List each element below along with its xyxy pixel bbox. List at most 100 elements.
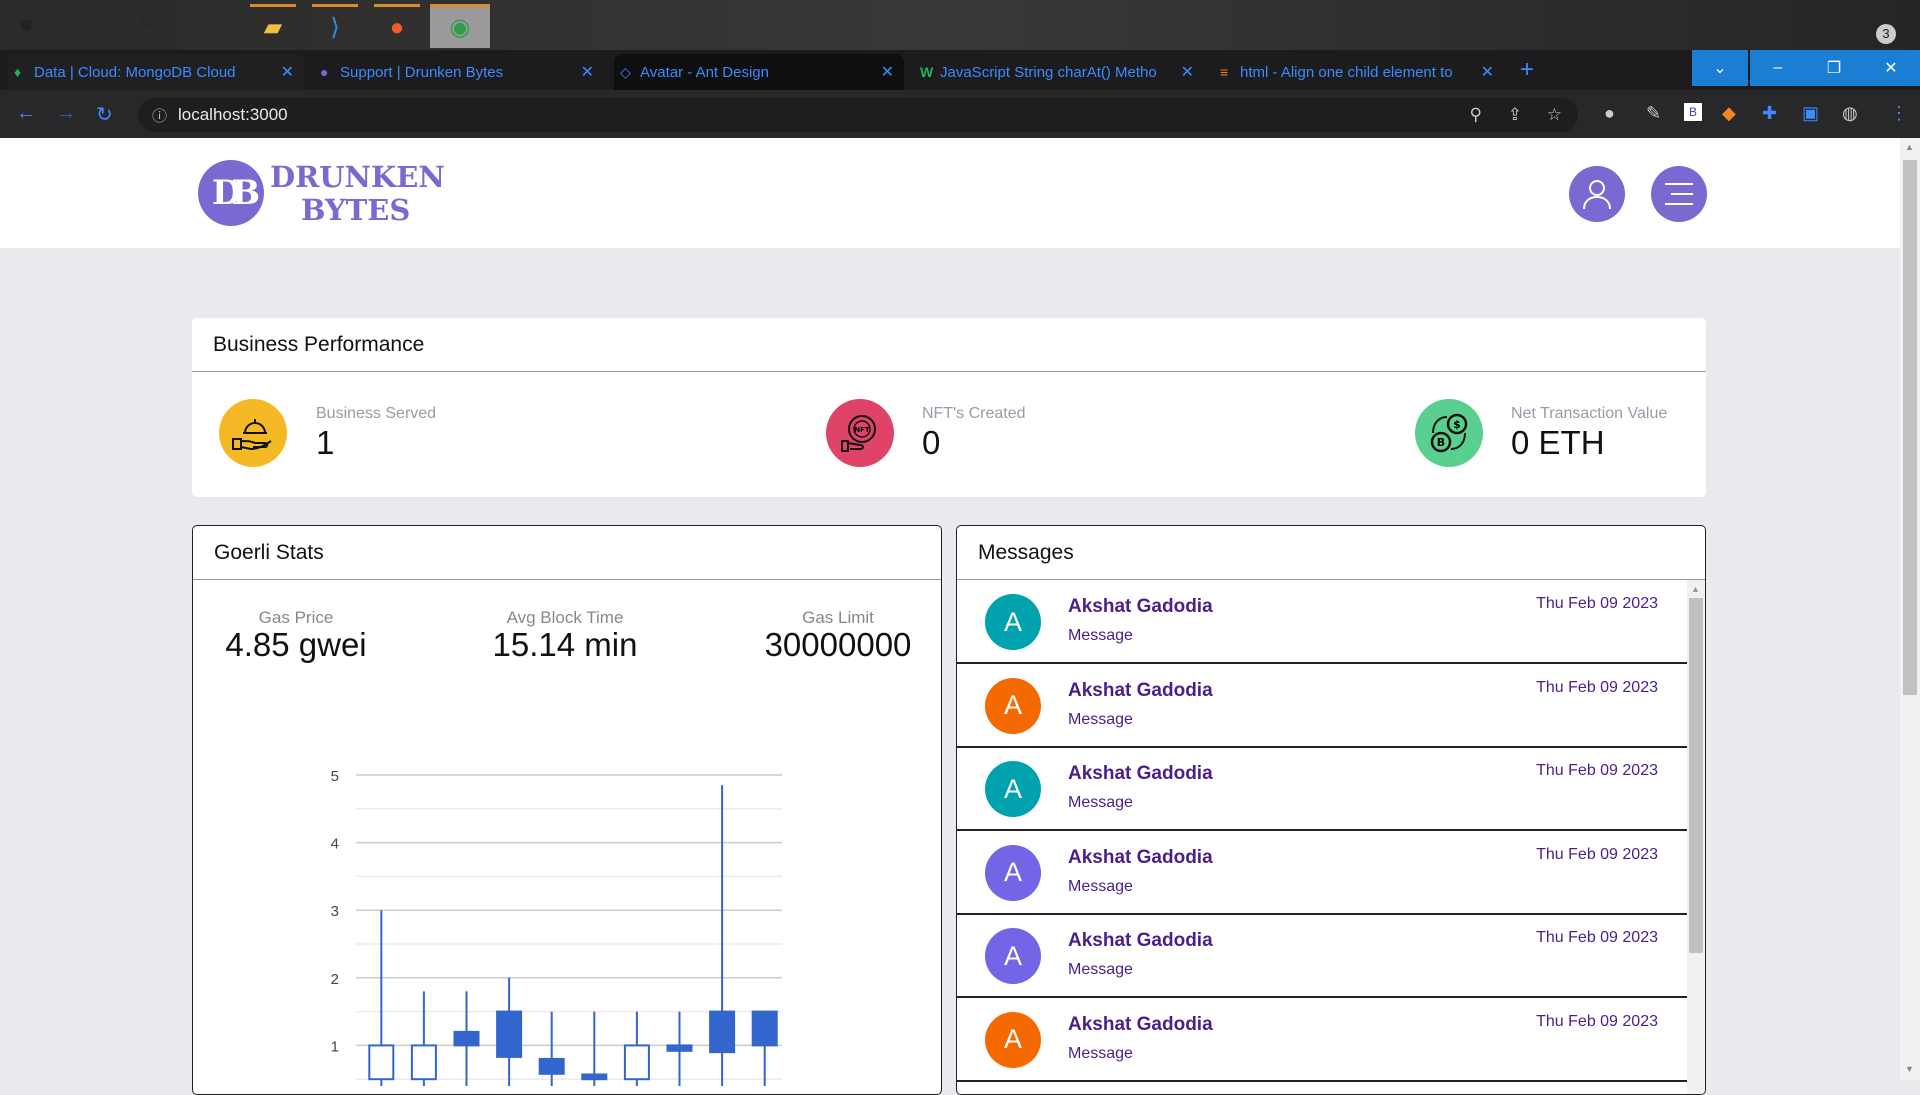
- goerli-stats-card: Goerli Stats Gas Price 4.85 gwei Avg Blo…: [192, 525, 942, 1095]
- puzzle-extensions-icon[interactable]: ✚: [1762, 103, 1777, 124]
- w3schools-icon: W: [920, 64, 934, 80]
- pen-extension-icon[interactable]: ✎: [1646, 103, 1661, 124]
- address-bar[interactable]: ⓘ localhost:3000 ⚲ ⇪ ☆: [138, 98, 1578, 132]
- hamburger-menu-icon: [1665, 183, 1693, 205]
- side-panel-icon[interactable]: ▣: [1802, 103, 1819, 124]
- scroll-down-arrow-icon[interactable]: ▼: [1905, 1064, 1914, 1074]
- candle-body: [623, 1044, 650, 1081]
- tab-avatar-ant-design[interactable]: ◇ Avatar - Ant Design ✕: [614, 54, 904, 90]
- y-tick-label: 1: [331, 1038, 339, 1055]
- message-preview: Message: [1068, 1044, 1133, 1062]
- vscode-icon[interactable]: ⟩: [312, 4, 358, 48]
- sender-name: Akshat Gadodia: [1068, 596, 1213, 617]
- svg-text:NFT: NFT: [854, 426, 870, 434]
- logo-mark[interactable]: DB: [198, 160, 264, 226]
- stat-label: NFT's Created: [922, 405, 1026, 422]
- avatar: A: [985, 761, 1041, 817]
- profile-avatar[interactable]: ◍: [1842, 103, 1858, 124]
- menu-button[interactable]: [1651, 166, 1707, 222]
- kebab-menu-icon[interactable]: ⋮: [1890, 103, 1908, 124]
- drunken-bytes-icon: ●: [320, 64, 329, 80]
- notification-badge[interactable]: 3: [1876, 24, 1896, 44]
- forward-icon[interactable]: →: [56, 102, 76, 125]
- message-preview: Message: [1068, 794, 1133, 811]
- message-date: Thu Feb 09 2023: [1536, 929, 1658, 946]
- business-performance-card: Business Performance Business Served 1 N…: [192, 318, 1706, 497]
- back-icon[interactable]: ←: [16, 102, 36, 125]
- tab-support[interactable]: ● Support | Drunken Bytes ✕: [314, 54, 604, 90]
- scrollbar-thumb[interactable]: [1903, 160, 1917, 695]
- close-icon[interactable]: ✕: [1181, 62, 1194, 82]
- y-tick-label: 4: [331, 836, 339, 853]
- tab-w3schools[interactable]: W JavaScript String charAt() Metho ✕: [914, 54, 1204, 90]
- postman-icon[interactable]: ●: [374, 4, 420, 48]
- tab-search-button[interactable]: ⌄: [1692, 50, 1748, 86]
- logo-text-line1[interactable]: DRUNKEN: [270, 160, 445, 194]
- crypto-exchange-icon: $ B: [1415, 399, 1483, 467]
- info-icon[interactable]: ⓘ: [152, 105, 167, 126]
- file-explorer-icon[interactable]: ▰: [250, 4, 296, 48]
- scrollbar-thumb[interactable]: [1689, 598, 1703, 953]
- close-icon[interactable]: ✕: [881, 62, 894, 82]
- message-preview: Message: [1068, 710, 1133, 728]
- message-date: Thu Feb 09 2023: [1536, 678, 1658, 696]
- candle-body: [453, 1030, 480, 1047]
- b-extension-icon[interactable]: B: [1684, 103, 1703, 121]
- candle-body: [368, 1044, 395, 1081]
- zoom-icon[interactable]: ⚲: [1470, 105, 1482, 125]
- minimize-button[interactable]: –: [1750, 50, 1806, 86]
- stat-label: Business Served: [316, 405, 437, 422]
- svg-text:$: $: [1453, 418, 1461, 431]
- search-icon[interactable]: ○: [140, 12, 152, 35]
- tab-label: Data | Cloud: MongoDB Cloud: [34, 63, 236, 81]
- message-item[interactable]: A Akshat Gadodia Message Thu Feb 09 2023: [957, 831, 1687, 915]
- scroll-up-arrow-icon[interactable]: ▲: [1905, 142, 1914, 152]
- extension-icon[interactable]: ●: [1604, 103, 1615, 124]
- tab-label: Avatar - Ant Design: [640, 63, 769, 81]
- avatar: A: [985, 844, 1041, 901]
- share-icon[interactable]: ⇪: [1508, 105, 1522, 125]
- scroll-up-arrow-icon[interactable]: ▲: [1691, 584, 1700, 594]
- logo-text-line2[interactable]: BYTES: [301, 193, 410, 227]
- y-tick-label: 5: [331, 768, 339, 785]
- messages-list: A Akshat Gadodia Message Thu Feb 09 2023…: [957, 580, 1687, 1094]
- divider: [192, 371, 1706, 372]
- reload-icon[interactable]: ↻: [96, 102, 113, 127]
- url-text: localhost:3000: [178, 105, 288, 124]
- message-item[interactable]: A Akshat Gadodia Message Thu Feb 09 2023: [957, 747, 1687, 831]
- close-icon[interactable]: ✕: [1481, 62, 1494, 82]
- stat-value: 0 ETH: [1511, 424, 1605, 461]
- gas-candlestick-chart: 1 2 3 4 5: [331, 768, 782, 1086]
- stat-label: Net Transaction Value: [1511, 405, 1668, 422]
- metamask-icon[interactable]: ◆: [1722, 103, 1736, 124]
- messages-scrollbar[interactable]: ▲: [1687, 580, 1705, 1094]
- restore-button[interactable]: ❐: [1806, 50, 1862, 86]
- message-item[interactable]: A Akshat Gadodia Message Thu Feb 09 2023: [957, 580, 1687, 664]
- message-preview: Message: [1068, 627, 1133, 644]
- user-profile-button[interactable]: [1569, 166, 1625, 222]
- close-icon[interactable]: ✕: [281, 62, 294, 82]
- message-date: Thu Feb 09 2023: [1536, 595, 1658, 612]
- y-tick-label: 2: [331, 971, 339, 988]
- close-window-button[interactable]: ✕: [1862, 50, 1920, 86]
- nft-hand-icon: NFT: [826, 399, 894, 467]
- candle-body: [666, 1044, 693, 1052]
- os-taskbar: ■ ○ ▰ ⟩ ● ◉ 3: [0, 0, 1920, 50]
- tab-mongodb[interactable]: ♦ Data | Cloud: MongoDB Cloud ✕: [8, 54, 304, 90]
- new-tab-button[interactable]: +: [1520, 56, 1534, 84]
- message-item[interactable]: A Akshat Gadodia Message Thu Feb 09 2023: [957, 914, 1687, 998]
- chrome-icon[interactable]: ◉: [430, 4, 490, 48]
- candle-body: [410, 1044, 437, 1081]
- page-scrollbar[interactable]: ▲ ▼: [1900, 138, 1920, 1080]
- close-icon[interactable]: ✕: [581, 62, 594, 82]
- candle-body: [581, 1073, 608, 1081]
- tab-label: Support | Drunken Bytes: [340, 63, 504, 81]
- y-tick-label: 3: [331, 903, 339, 920]
- bookmark-star-icon[interactable]: ☆: [1547, 105, 1562, 125]
- tab-stackoverflow[interactable]: ≡ html - Align one child element to ✕: [1214, 54, 1504, 90]
- serving-hand-icon: [219, 399, 287, 467]
- candle-body: [709, 1010, 736, 1054]
- message-item[interactable]: A Akshat Gadodia Message Thu Feb 09 2023: [957, 664, 1687, 748]
- message-item[interactable]: A Akshat Gadodia Message Thu Feb 09 2023: [957, 998, 1687, 1082]
- windows-start-icon[interactable]: ■: [20, 14, 32, 37]
